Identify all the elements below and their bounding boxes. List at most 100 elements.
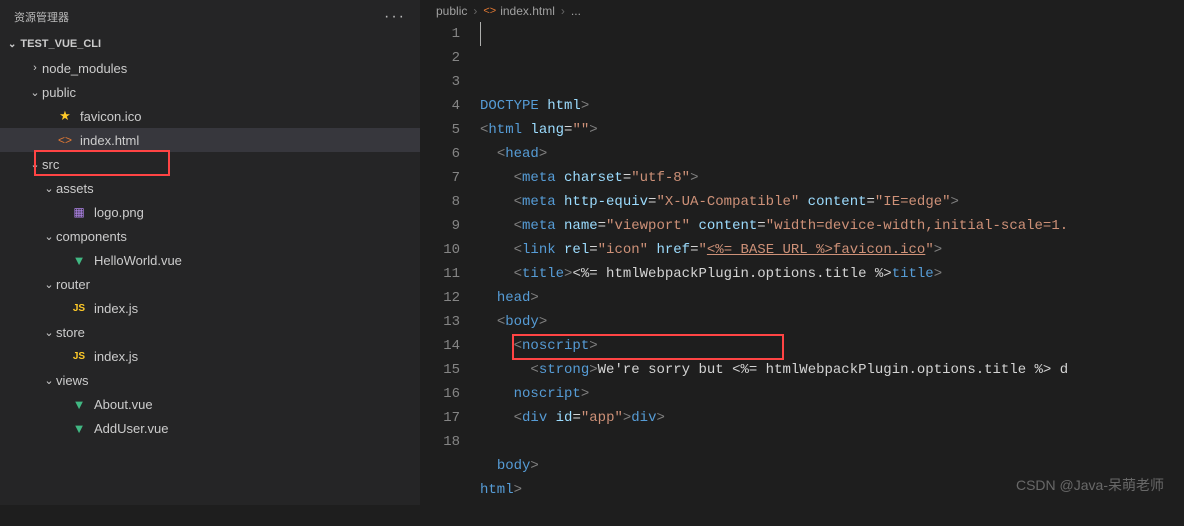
tree-item-label: components xyxy=(56,229,127,244)
line-number: 9 xyxy=(420,214,460,238)
tree-item-label: index.js xyxy=(94,301,138,316)
tree-item-label: router xyxy=(56,277,90,292)
chevron-down-icon: ⌄ xyxy=(42,230,56,243)
line-number: 14 xyxy=(420,334,460,358)
crumb-public[interactable]: public xyxy=(436,4,467,18)
vue-icon: ▼ xyxy=(70,420,88,436)
tree-item-label: index.js xyxy=(94,349,138,364)
line-number: 15 xyxy=(420,358,460,382)
vue-icon: ▼ xyxy=(70,252,88,268)
tree-item-label: logo.png xyxy=(94,205,144,220)
file-tree: ›node_modules⌄public★favicon.ico<>index.… xyxy=(0,54,420,505)
file-item[interactable]: <> index.html xyxy=(0,128,420,152)
tree-item-label: HelloWorld.vue xyxy=(94,253,182,268)
code-line[interactable]: <link rel="icon" href="<%= BASE_URL %>fa… xyxy=(480,238,1184,262)
code-line[interactable]: <div id="app">div> xyxy=(480,406,1184,430)
code-line[interactable] xyxy=(480,430,1184,454)
folder-item[interactable]: ⌄assets xyxy=(0,176,420,200)
line-number: 13 xyxy=(420,310,460,334)
folder-item[interactable]: ⌄components xyxy=(0,224,420,248)
chevron-down-icon: ⌄ xyxy=(42,182,56,195)
cursor xyxy=(480,22,481,46)
star-icon: ★ xyxy=(56,108,74,124)
folder-item[interactable]: ⌄views xyxy=(0,368,420,392)
code-line[interactable] xyxy=(480,502,1184,526)
tree-item-label: public xyxy=(42,85,76,100)
file-item[interactable]: ▼ AddUser.vue xyxy=(0,416,420,440)
folder-item[interactable]: ⌄src xyxy=(0,152,420,176)
tree-item-label: views xyxy=(56,373,89,388)
line-number: 6 xyxy=(420,142,460,166)
line-number: 5 xyxy=(420,118,460,142)
file-item[interactable]: ▼ About.vue xyxy=(0,392,420,416)
chevron-down-icon: ⌄ xyxy=(28,158,42,171)
crumb-index[interactable]: index.html xyxy=(500,4,555,18)
breadcrumb[interactable]: public › <> index.html › ... xyxy=(420,0,1184,22)
tree-item-label: index.html xyxy=(80,133,139,148)
code-line[interactable]: DOCTYPE html> xyxy=(480,94,1184,118)
line-number: 18 xyxy=(420,430,460,454)
folder-item[interactable]: ⌄router xyxy=(0,272,420,296)
project-label: TEST_VUE_CLI xyxy=(20,38,101,50)
chevron-down-icon: ⌄ xyxy=(28,86,42,99)
line-number: 17 xyxy=(420,406,460,430)
html-icon: <> xyxy=(56,132,74,148)
tree-item-label: src xyxy=(42,157,59,172)
code-line[interactable]: <meta charset="utf-8"> xyxy=(480,166,1184,190)
tree-item-label: favicon.ico xyxy=(80,109,141,124)
crumb-more[interactable]: ... xyxy=(571,4,581,18)
line-number: 3 xyxy=(420,70,460,94)
chevron-right-icon: › xyxy=(28,62,42,74)
code-line[interactable]: <body> xyxy=(480,310,1184,334)
code-content[interactable]: DOCTYPE html><html lang=""> <head> <meta… xyxy=(480,22,1184,526)
code-line[interactable]: head> xyxy=(480,286,1184,310)
file-item[interactable]: ★ favicon.ico xyxy=(0,104,420,128)
file-item[interactable]: ▦ logo.png xyxy=(0,200,420,224)
chevron-down-icon: ⌄ xyxy=(42,278,56,291)
code-line[interactable]: <meta name="viewport" content="width=dev… xyxy=(480,214,1184,238)
file-item[interactable]: JS index.js xyxy=(0,344,420,368)
line-number: 11 xyxy=(420,262,460,286)
line-number: 8 xyxy=(420,190,460,214)
vue-icon: ▼ xyxy=(70,396,88,412)
js-icon: JS xyxy=(70,348,88,364)
code-line[interactable]: noscript> xyxy=(480,382,1184,406)
breadcrumb-sep-icon: › xyxy=(473,4,477,18)
code-line[interactable]: <noscript> xyxy=(480,334,1184,358)
js-icon: JS xyxy=(70,300,88,316)
chevron-down-icon: ⌄ xyxy=(42,326,56,339)
code-editor[interactable]: 123456789101112131415161718 DOCTYPE html… xyxy=(420,22,1184,526)
file-item[interactable]: ▼ HelloWorld.vue xyxy=(0,248,420,272)
tree-item-label: store xyxy=(56,325,85,340)
watermark: CSDN @Java-呆萌老师 xyxy=(1016,475,1164,495)
chevron-down-icon: ⌄ xyxy=(8,39,16,50)
code-line[interactable]: <html lang=""> xyxy=(480,118,1184,142)
tree-item-label: node_modules xyxy=(42,61,127,76)
line-number: 7 xyxy=(420,166,460,190)
breadcrumb-sep-icon: › xyxy=(561,4,565,18)
more-actions-icon[interactable]: ··· xyxy=(384,8,406,26)
project-root[interactable]: ⌄ TEST_VUE_CLI xyxy=(0,34,420,54)
folder-item[interactable]: ⌄public xyxy=(0,80,420,104)
line-number: 1 xyxy=(420,22,460,46)
tree-item-label: About.vue xyxy=(94,397,153,412)
file-item[interactable]: JS index.js xyxy=(0,296,420,320)
line-number: 4 xyxy=(420,94,460,118)
line-number: 2 xyxy=(420,46,460,70)
line-gutter: 123456789101112131415161718 xyxy=(420,22,480,526)
folder-item[interactable]: ›node_modules xyxy=(0,56,420,80)
code-line[interactable]: <title><%= htmlWebpackPlugin.options.tit… xyxy=(480,262,1184,286)
explorer-sidebar: 资源管理器 ··· ⌄ TEST_VUE_CLI ›node_modules⌄p… xyxy=(0,0,420,505)
code-line[interactable]: <strong>We're sorry but <%= htmlWebpackP… xyxy=(480,358,1184,382)
tree-item-label: assets xyxy=(56,181,94,196)
img-icon: ▦ xyxy=(70,204,88,220)
explorer-title: 资源管理器 xyxy=(14,9,69,25)
line-number: 10 xyxy=(420,238,460,262)
sidebar-header: 资源管理器 ··· xyxy=(0,0,420,34)
html-icon: <> xyxy=(483,5,496,17)
tree-item-label: AddUser.vue xyxy=(94,421,168,436)
chevron-down-icon: ⌄ xyxy=(42,374,56,387)
code-line[interactable]: <head> xyxy=(480,142,1184,166)
code-line[interactable]: <meta http-equiv="X-UA-Compatible" conte… xyxy=(480,190,1184,214)
folder-item[interactable]: ⌄store xyxy=(0,320,420,344)
